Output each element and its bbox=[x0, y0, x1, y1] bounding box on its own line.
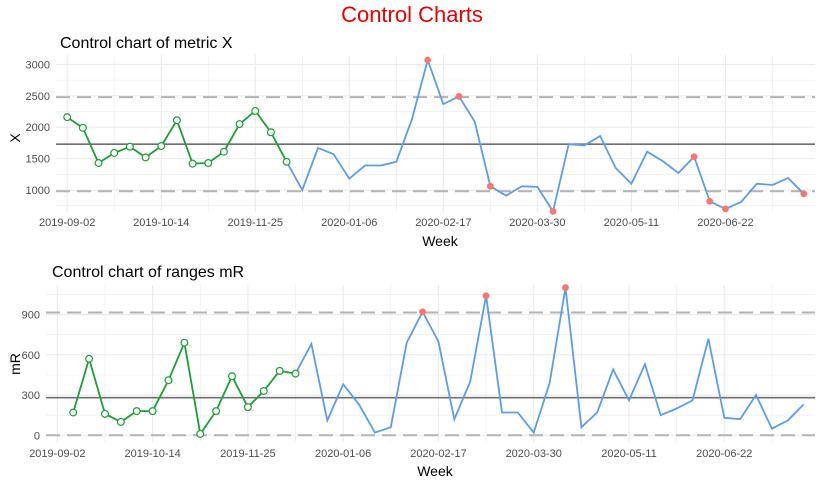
ranges-mr-panel: Control chart of ranges mR mR Week 0 300 6… bbox=[7, 264, 815, 479]
metric-x-phase1-point bbox=[63, 113, 72, 122]
ranges-mr-phase1-point bbox=[259, 387, 268, 396]
metric-x-x-axis-title: Week bbox=[422, 233, 459, 249]
metric-x-y-tick-label: 2000 bbox=[26, 122, 50, 134]
metric-x-x-tick-label: 2020-03-30 bbox=[509, 217, 565, 229]
metric-x-x-tick-label: 2019-09-02 bbox=[39, 217, 95, 229]
metric-x-out-of-control-point bbox=[424, 56, 432, 64]
ranges-mr-phase1-point bbox=[180, 338, 189, 347]
metric-x-y-axis-title: X bbox=[7, 133, 23, 143]
metric-x-x-tick-label: 2020-05-11 bbox=[604, 217, 659, 229]
metric-x-chart-title: Control chart of metric X bbox=[60, 35, 233, 52]
ranges-mr-phase1-point bbox=[228, 372, 237, 381]
ranges-mr-out-of-control-point bbox=[562, 284, 569, 292]
ranges-mr-phase1-point bbox=[212, 407, 221, 416]
ranges-mr-y-axis-title: mR bbox=[7, 353, 23, 375]
metric-x-x-tick-label: 2019-11-25 bbox=[228, 217, 283, 229]
ranges-mr-y-tick-label: 300 bbox=[22, 390, 40, 402]
metric-x-phase1-point bbox=[204, 159, 213, 168]
metric-x-out-of-control-point bbox=[486, 182, 494, 190]
ranges-mr-phase1-point bbox=[100, 409, 109, 418]
ranges-mr-phase1-point bbox=[164, 376, 173, 385]
ranges-mr-x-tick-label: 2020-03-30 bbox=[506, 448, 562, 460]
metric-x-out-of-control-point bbox=[455, 93, 463, 100]
metric-x-x-tick-label: 2020-06-22 bbox=[697, 217, 753, 229]
metric-x-phase1-point bbox=[266, 128, 275, 137]
main-title: Control Charts bbox=[341, 2, 483, 27]
ranges-mr-grid bbox=[46, 285, 815, 442]
control-charts-svg: Control Charts Control chart of metric X… bbox=[7, 2, 815, 479]
ranges-mr-x-tick-label: 2020-01-06 bbox=[315, 448, 371, 460]
ranges-mr-out-of-control-point bbox=[419, 308, 426, 316]
ranges-mr-y-tick-label: 900 bbox=[22, 310, 40, 322]
metric-x-phase1-point bbox=[141, 153, 150, 162]
metric-x-phase1-point bbox=[219, 147, 228, 156]
metric-x-x-tick-label: 2020-02-17 bbox=[415, 217, 471, 229]
ranges-mr-phase1-point bbox=[275, 366, 284, 375]
ranges-mr-x-tick-label: 2020-05-11 bbox=[601, 448, 656, 460]
ranges-mr-x-tick-label: 2020-02-17 bbox=[410, 448, 466, 460]
ranges-mr-phase1-point bbox=[291, 369, 300, 378]
metric-x-out-of-control-point bbox=[690, 153, 698, 161]
metric-x-y-tick-label: 2500 bbox=[26, 91, 50, 103]
control-charts-figure: Control Charts Control chart of metric X… bbox=[0, 0, 825, 487]
ranges-mr-x-tick-label: 2019-10-14 bbox=[124, 448, 180, 460]
metric-x-phase1-point bbox=[78, 123, 87, 132]
metric-x-y-tick-label: 3000 bbox=[26, 59, 50, 71]
metric-x-x-tick-label: 2019-10-14 bbox=[133, 217, 189, 229]
ranges-mr-x-tick-label: 2020-06-22 bbox=[696, 448, 752, 460]
ranges-mr-phase1-point bbox=[116, 417, 125, 426]
ranges-mr-phase1-point bbox=[196, 429, 205, 438]
metric-x-phase1-point bbox=[110, 148, 119, 157]
ranges-mr-chart-title: Control chart of ranges mR bbox=[52, 264, 244, 281]
ranges-mr-y-tick-label: 0 bbox=[34, 430, 40, 442]
metric-x-x-tick-label: 2020-01-06 bbox=[321, 217, 377, 229]
metric-x-phase1-point bbox=[172, 116, 181, 125]
metric-x-phase1-point bbox=[157, 142, 166, 151]
ranges-mr-x-tick-label: 2019-11-25 bbox=[220, 448, 275, 460]
metric-x-phase1-point bbox=[94, 159, 103, 168]
metric-x-out-of-control-point bbox=[722, 205, 729, 213]
metric-x-out-of-control-point bbox=[706, 197, 714, 205]
metric-x-y-tick-label: 1000 bbox=[26, 185, 50, 197]
ranges-mr-x-axis-title: Week bbox=[417, 463, 454, 479]
metric-x-phase1-point bbox=[188, 159, 197, 168]
metric-x-phase1-point bbox=[282, 157, 291, 166]
ranges-mr-phase1-point bbox=[132, 407, 141, 416]
ranges-mr-out-of-control-point bbox=[482, 292, 490, 300]
ranges-mr-phase1-point bbox=[69, 408, 78, 417]
metric-x-phase1-point bbox=[251, 106, 260, 115]
metric-x-panel: Control chart of metric X X Week 1000 150… bbox=[7, 35, 815, 249]
metric-x-y-tick-label: 1500 bbox=[26, 154, 50, 166]
metric-x-phase1-point bbox=[125, 142, 134, 151]
metric-x-out-of-control-point bbox=[549, 207, 557, 215]
ranges-mr-phase1-point bbox=[85, 354, 94, 363]
ranges-mr-y-tick-label: 600 bbox=[22, 350, 40, 362]
metric-x-phase2-line bbox=[285, 56, 805, 214]
ranges-mr-phase1-point bbox=[148, 407, 157, 416]
ranges-mr-phase2-line bbox=[294, 287, 805, 435]
ranges-mr-phase1-point bbox=[243, 403, 252, 412]
metric-x-phase1-point bbox=[235, 120, 244, 129]
metric-x-out-of-control-point bbox=[800, 190, 808, 198]
ranges-mr-x-tick-label: 2019-09-02 bbox=[29, 448, 85, 460]
